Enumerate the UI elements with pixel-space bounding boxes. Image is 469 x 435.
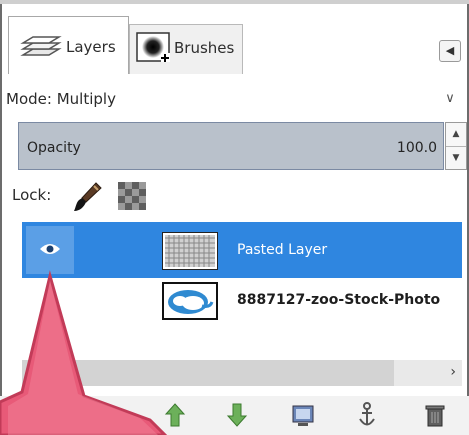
window-top-border [0,0,469,4]
mode-dropdown[interactable]: Mode: Multiply [6,90,116,108]
lock-alpha-icon[interactable] [118,182,146,210]
opacity-spinner[interactable]: ▲ ▼ [445,122,467,170]
anchor-layer-icon[interactable] [352,400,382,430]
opacity-value: 100.0 [396,140,437,156]
eye-icon [40,244,60,254]
layer-name-photo[interactable]: 8887127-zoo-Stock-Photo [237,292,440,308]
spin-down-icon[interactable]: ▼ [446,147,466,170]
chevron-down-icon: ∨ [445,91,455,106]
mode-dropdown-arrow[interactable]: ∨ [438,84,462,114]
tab-menu-button[interactable]: ◀ [439,40,461,62]
scroll-right-icon[interactable]: › [450,364,456,380]
opacity-label: Opacity [27,140,81,156]
duplicate-layer-icon[interactable] [288,400,318,430]
tab-brushes-label: Brushes [174,39,235,57]
visibility-toggle[interactable] [26,226,74,274]
tab-layers-label: Layers [66,38,116,56]
layer-thumbnail-pasted [162,232,218,270]
lock-pixels-icon[interactable] [70,180,104,214]
brush-icon [136,32,170,62]
tab-brushes[interactable]: Brushes [129,24,243,74]
pointer-arrow-icon [0,270,168,435]
lower-layer-icon[interactable] [222,400,252,430]
layers-icon [20,36,62,56]
dock-tab-strip: Layers Brushes ◀ [8,16,463,74]
tab-menu-icon: ◀ [445,44,455,57]
layer-name-pasted[interactable]: Pasted Layer [237,242,327,258]
opacity-slider[interactable]: Opacity 100.0 [18,122,444,170]
delete-layer-icon[interactable] [420,400,450,430]
mode-label: Mode: [6,90,52,108]
spin-up-icon[interactable]: ▲ [446,123,466,147]
mode-value: Multiply [56,90,116,108]
lock-label: Lock: [12,186,52,204]
tab-layers[interactable]: Layers [8,16,129,74]
